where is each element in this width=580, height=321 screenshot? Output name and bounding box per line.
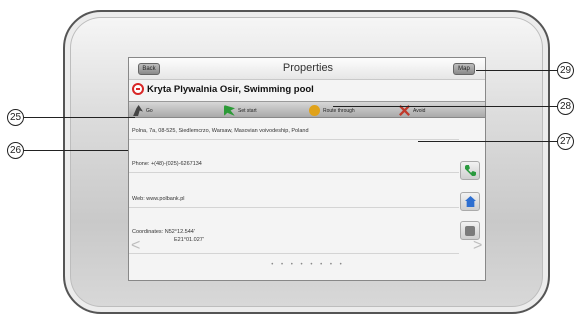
action-bar: Go Set start Route through Avoid xyxy=(129,101,485,118)
callout-leader-26 xyxy=(24,150,128,151)
route-through-icon xyxy=(309,105,320,116)
callout-25: 25 xyxy=(7,109,24,126)
coordinates-first-line: Coordinates: N52°12.544' xyxy=(132,228,459,236)
set-start-flag-icon xyxy=(224,105,235,116)
callout-27: 27 xyxy=(557,133,574,150)
home-icon xyxy=(465,196,476,207)
poi-category-icon xyxy=(132,83,144,95)
phone-icon xyxy=(465,165,476,176)
go-icon xyxy=(133,105,143,116)
web-row[interactable]: Web: www.polbank.pl xyxy=(129,194,459,208)
avoid-label: Avoid xyxy=(413,107,426,114)
callout-leader-25 xyxy=(24,117,135,118)
coordinates-lon: E21°01.027' xyxy=(174,237,204,243)
route-through-label: Route through xyxy=(323,107,355,114)
callout-leader-29 xyxy=(476,70,557,71)
call-button[interactable] xyxy=(460,161,480,180)
navigation-screen: Back Properties Map Kryta Plywalnia Osir… xyxy=(128,57,486,281)
prev-arrow[interactable]: < xyxy=(131,238,140,254)
poi-name: Kryta Plywalnia Osir, Swimming pool xyxy=(147,83,314,95)
coordinates-lat: N52°12.544' xyxy=(164,229,195,235)
callout-leader-28 xyxy=(333,106,557,107)
more-icon xyxy=(465,226,475,236)
callout-28: 28 xyxy=(557,98,574,115)
address-row: Polna, 7a, 08-525, Siedlemcrzo, Warsaw, … xyxy=(129,126,459,140)
callout-26: 26 xyxy=(7,142,24,159)
page-title: Properties xyxy=(282,62,334,74)
poi-header: Kryta Plywalnia Osir, Swimming pool xyxy=(132,81,484,97)
set-start-label: Set start xyxy=(238,107,257,114)
callout-29: 29 xyxy=(557,62,574,79)
next-arrow[interactable]: > xyxy=(473,238,482,254)
map-button[interactable]: Map xyxy=(453,63,475,75)
callout-leader-27 xyxy=(418,141,557,142)
home-button[interactable] xyxy=(460,192,480,211)
set-start-button[interactable]: Set start xyxy=(224,104,257,117)
go-button[interactable]: Go xyxy=(132,104,153,117)
page-indicator: • • • • • • • • xyxy=(271,262,345,268)
manual-figure: Back Properties Map Kryta Plywalnia Osir… xyxy=(0,0,580,321)
coordinates-label: Coordinates: xyxy=(132,229,164,235)
title-bar: Back Properties Map xyxy=(129,58,485,80)
phone-row[interactable]: Phone: +(48)-(025)-6267134 xyxy=(129,159,459,173)
coordinates-row: Coordinates: N52°12.544' E21°01.027' xyxy=(129,228,459,254)
go-label: Go xyxy=(146,107,153,114)
